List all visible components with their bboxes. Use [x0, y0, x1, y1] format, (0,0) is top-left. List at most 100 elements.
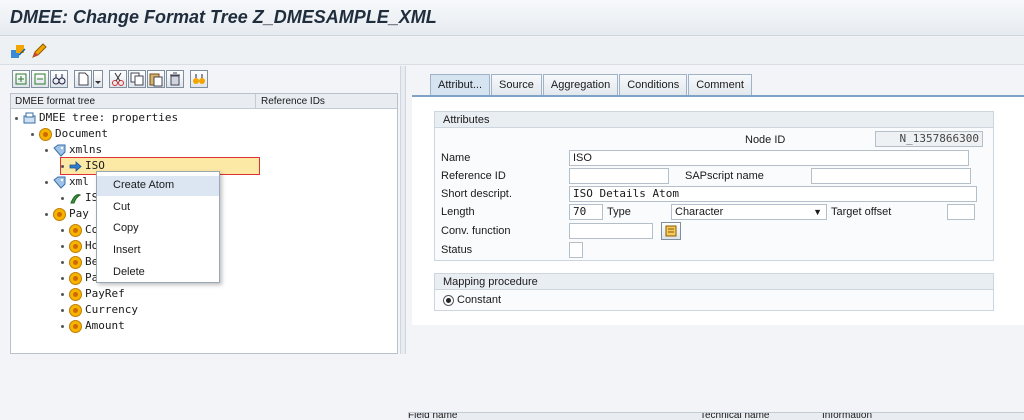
- new-node-icon[interactable]: [74, 70, 92, 88]
- display-change-icon[interactable]: [10, 42, 28, 60]
- tree-node-label: Document: [55, 127, 108, 140]
- tree-node-label: DMEE tree: properties: [39, 111, 179, 124]
- tab-content: Attributes Node ID N_1357866300 Name ISO…: [412, 95, 1024, 325]
- length-field[interactable]: 70: [569, 204, 603, 220]
- expand-all-icon[interactable]: [12, 70, 30, 88]
- element-icon: [69, 271, 82, 285]
- edit-pencil-icon[interactable]: [30, 42, 48, 60]
- tab-aggregation[interactable]: Aggregation: [542, 74, 619, 95]
- find-icon[interactable]: [50, 70, 68, 88]
- tree-node-pay[interactable]: Pay: [45, 206, 89, 222]
- target-offset-label: Target offset: [831, 206, 892, 218]
- attribute-icon: [53, 176, 66, 189]
- attribute-icon: [53, 144, 66, 157]
- tree-node-is[interactable]: IS: [61, 190, 98, 206]
- atom-green-icon: [69, 192, 82, 205]
- copy-icon[interactable]: [128, 70, 146, 88]
- attributes-group: Attributes Node ID N_1357866300 Name ISO…: [434, 111, 994, 261]
- paste-icon[interactable]: [147, 70, 165, 88]
- type-label: Type: [607, 206, 631, 218]
- status-label: Status: [441, 244, 473, 256]
- tree-properties-icon: [23, 112, 36, 125]
- tab-strip: Attribut... Source Aggregation Condition…: [430, 74, 753, 96]
- type-select[interactable]: Character ▼: [671, 204, 827, 220]
- column-header-technical-name[interactable]: Technical name: [700, 413, 769, 420]
- tab-comment[interactable]: Comment: [688, 74, 752, 95]
- node-id-field: N_1357866300: [875, 131, 983, 147]
- length-label: Length: [441, 206, 475, 218]
- field-list-header: Field name Technical name Information: [408, 412, 1024, 420]
- properties-panel: Attribut... Source Aggregation Condition…: [408, 66, 1024, 420]
- reference-id-label: Reference ID: [441, 170, 506, 182]
- tree-node-properties[interactable]: DMEE tree: properties: [15, 110, 178, 126]
- element-icon: [69, 287, 82, 301]
- target-offset-field[interactable]: [947, 204, 975, 220]
- tree-node-co[interactable]: Co: [61, 222, 98, 238]
- menu-item-create-atom[interactable]: Create Atom: [113, 179, 174, 191]
- where-used-icon[interactable]: [190, 70, 208, 88]
- tree-node-document[interactable]: Document: [31, 126, 108, 142]
- function-lookup-icon[interactable]: [661, 222, 681, 240]
- group-title: Attributes: [435, 112, 993, 128]
- tree-node-be[interactable]: Be: [61, 254, 98, 270]
- delete-icon[interactable]: [166, 70, 184, 88]
- tab-conditions[interactable]: Conditions: [619, 74, 688, 95]
- context-menu: Create Atom Cut Copy Insert Delete: [96, 171, 220, 283]
- constant-radio-label: Constant: [457, 294, 502, 306]
- element-icon: [69, 223, 82, 237]
- panel-splitter[interactable]: [400, 66, 406, 354]
- column-header-reference-ids[interactable]: Reference IDs: [261, 96, 325, 107]
- tab-source[interactable]: Source: [491, 74, 542, 95]
- atom-arrow-icon: [69, 160, 82, 173]
- cut-icon[interactable]: [109, 70, 127, 88]
- column-header-information[interactable]: Information: [822, 413, 872, 420]
- element-icon: [69, 303, 82, 317]
- node-id-label: Node ID: [745, 134, 786, 146]
- element-icon: [53, 207, 66, 221]
- window-title: DMEE: Change Format Tree Z_DMESAMPLE_XML: [10, 7, 437, 27]
- element-icon: [69, 239, 82, 253]
- tree-node-amount[interactable]: Amount: [61, 318, 125, 334]
- conv-function-field[interactable]: [569, 223, 653, 239]
- tree-node-xmlns[interactable]: xmlns: [45, 142, 102, 158]
- reference-id-field[interactable]: [569, 168, 669, 184]
- tree-node-label: Currency: [85, 303, 138, 316]
- tree-toolbar: [12, 70, 208, 92]
- column-header-tree[interactable]: DMEE format tree: [15, 96, 95, 107]
- tree-node-payref[interactable]: PayRef: [61, 286, 125, 302]
- name-label: Name: [441, 152, 471, 164]
- tree-header: DMEE format tree Reference IDs: [11, 94, 397, 109]
- chevron-down-icon: ▼: [813, 207, 822, 217]
- tree-node-label: Pay: [69, 207, 89, 220]
- menu-item-insert[interactable]: Insert: [113, 244, 141, 256]
- tree-node-label: Amount: [85, 319, 125, 332]
- type-select-value: Character: [675, 206, 724, 218]
- menu-item-delete[interactable]: Delete: [113, 266, 145, 278]
- column-header-field-name[interactable]: Field name: [408, 413, 457, 420]
- element-icon: [69, 255, 82, 269]
- application-toolbar: [0, 37, 1024, 65]
- constant-radio[interactable]: [443, 295, 454, 306]
- sapscript-name-label: SAPscript name: [685, 170, 764, 182]
- short-description-label: Short descript.: [441, 188, 512, 200]
- menu-item-copy[interactable]: Copy: [113, 222, 139, 234]
- menu-item-cut[interactable]: Cut: [113, 201, 130, 213]
- collapse-all-icon[interactable]: [31, 70, 49, 88]
- tree-node-label: PayRef: [85, 287, 125, 300]
- sapscript-name-field[interactable]: [811, 168, 971, 184]
- tree-node-label: xmlns: [69, 143, 103, 156]
- conv-function-label: Conv. function: [441, 225, 511, 237]
- title-bar: DMEE: Change Format Tree Z_DMESAMPLE_XML: [0, 0, 1024, 36]
- element-icon: [39, 127, 52, 141]
- status-field[interactable]: [569, 242, 583, 258]
- element-icon: [69, 319, 82, 333]
- group-title: Mapping procedure: [435, 274, 993, 290]
- tree-node-ho[interactable]: Ho: [61, 238, 98, 254]
- tab-attributes[interactable]: Attribut...: [430, 74, 491, 95]
- tree-node-xml[interactable]: xml: [45, 174, 89, 190]
- tree-node-label: xml: [69, 175, 89, 188]
- name-field[interactable]: ISO: [569, 150, 969, 166]
- node-dropdown-icon[interactable]: [93, 70, 103, 88]
- short-description-field[interactable]: ISO Details Atom: [569, 186, 977, 202]
- tree-node-currency[interactable]: Currency: [61, 302, 138, 318]
